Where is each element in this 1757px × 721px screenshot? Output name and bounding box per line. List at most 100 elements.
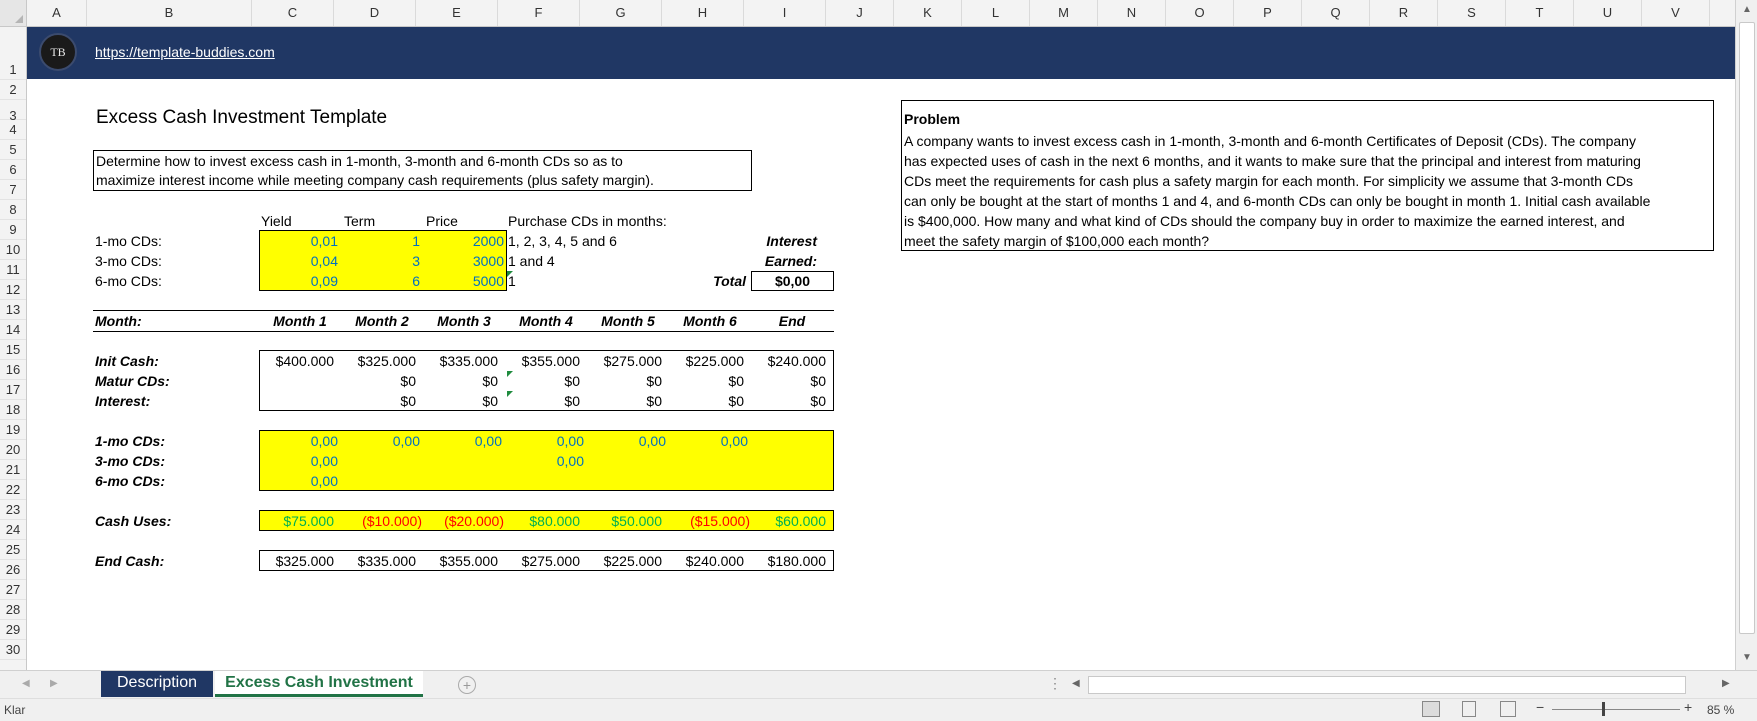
yield-cell[interactable]: 0,09	[262, 271, 338, 291]
column-header[interactable]: M	[1030, 0, 1098, 26]
horizontal-scrollbar[interactable]	[1088, 676, 1686, 694]
init-cash-cell[interactable]: $325.000	[344, 351, 416, 371]
row-header[interactable]: 21	[0, 460, 26, 480]
row-header[interactable]: 29	[0, 620, 26, 640]
column-header[interactable]: N	[1098, 0, 1166, 26]
column-header[interactable]: L	[962, 0, 1030, 26]
purchase-1mo-cell[interactable]: 0,00	[426, 431, 502, 451]
purchase-1mo-cell[interactable]: 0,00	[508, 431, 584, 451]
price-cell[interactable]: 3000	[426, 251, 504, 271]
row-header[interactable]: 14	[0, 320, 26, 340]
yield-cell[interactable]: 0,04	[262, 251, 338, 271]
interest-cell[interactable]: $0	[590, 391, 662, 411]
row-header[interactable]: 26	[0, 560, 26, 580]
end-cash-cell[interactable]: $325.000	[262, 551, 334, 571]
column-header[interactable]: J	[826, 0, 894, 26]
matur-cds-cell[interactable]: $0	[672, 371, 744, 391]
interest-cell[interactable]: $0	[672, 391, 744, 411]
scroll-up-icon[interactable]: ▲	[1742, 4, 1752, 15]
zoom-out-icon[interactable]: −	[1536, 699, 1544, 715]
row-header[interactable]: 25	[0, 540, 26, 560]
row-header[interactable]: 10	[0, 240, 26, 260]
row-header[interactable]: 4	[0, 120, 26, 140]
cash-uses-cell[interactable]: $80.000	[508, 511, 580, 531]
price-cell[interactable]: 2000	[426, 231, 504, 251]
row-header[interactable]: 27	[0, 580, 26, 600]
end-cash-cell[interactable]: $240.000	[672, 551, 744, 571]
row-header[interactable]: 6	[0, 160, 26, 180]
row-header[interactable]: 9	[0, 220, 26, 240]
row-header[interactable]: 2	[0, 80, 26, 100]
tab-excess-cash-investment[interactable]: Excess Cash Investment	[215, 671, 423, 697]
page-layout-view-icon[interactable]	[1462, 701, 1476, 717]
end-cash-cell[interactable]: $180.000	[754, 551, 826, 571]
tab-scroll-left-icon[interactable]: ◀	[22, 678, 30, 689]
cash-uses-cell[interactable]: ($15.000)	[672, 511, 750, 531]
column-header[interactable]: K	[894, 0, 962, 26]
column-header[interactable]: C	[252, 0, 334, 26]
yield-cell[interactable]: 0,01	[262, 231, 338, 251]
row-header[interactable]: 24	[0, 520, 26, 540]
init-cash-cell[interactable]: $275.000	[590, 351, 662, 371]
init-cash-cell[interactable]: $400.000	[262, 351, 334, 371]
row-header[interactable]: 12	[0, 280, 26, 300]
purchase-6mo-cell[interactable]: 0,00	[262, 471, 338, 491]
column-header[interactable]: T	[1506, 0, 1574, 26]
term-cell[interactable]: 1	[344, 231, 420, 251]
column-header[interactable]: Q	[1302, 0, 1370, 26]
column-header[interactable]: D	[334, 0, 416, 26]
row-header[interactable]: 13	[0, 300, 26, 320]
matur-cds-cell[interactable]: $0	[754, 371, 826, 391]
cash-uses-cell[interactable]: $75.000	[262, 511, 334, 531]
cash-uses-cell[interactable]: ($20.000)	[426, 511, 504, 531]
row-header[interactable]: 5	[0, 140, 26, 160]
row-header[interactable]: 3	[0, 100, 26, 123]
purchase-1mo-cell[interactable]: 0,00	[590, 431, 666, 451]
end-cash-cell[interactable]: $355.000	[426, 551, 498, 571]
interest-cell[interactable]: $0	[754, 391, 826, 411]
row-header[interactable]: 28	[0, 600, 26, 620]
row-header[interactable]: 22	[0, 480, 26, 500]
hscroll-left-icon[interactable]: ◀	[1072, 678, 1080, 689]
column-header[interactable]: P	[1234, 0, 1302, 26]
purchase-3mo-cell[interactable]: 0,00	[508, 451, 584, 471]
term-cell[interactable]: 6	[344, 271, 420, 291]
column-header[interactable]: S	[1438, 0, 1506, 26]
cash-uses-cell[interactable]: ($10.000)	[344, 511, 422, 531]
add-sheet-icon[interactable]: +	[458, 676, 476, 694]
zoom-level[interactable]: 85 %	[1707, 703, 1734, 717]
website-link[interactable]: https://template-buddies.com	[95, 44, 275, 60]
column-header[interactable]: I	[744, 0, 826, 26]
column-header[interactable]: V	[1642, 0, 1710, 26]
scroll-down-icon[interactable]: ▼	[1742, 652, 1752, 663]
init-cash-cell[interactable]: $225.000	[672, 351, 744, 371]
scroll-thumb[interactable]	[1739, 22, 1755, 634]
price-cell[interactable]: 5000	[426, 271, 504, 291]
zoom-slider-thumb[interactable]	[1602, 702, 1605, 716]
end-cash-cell[interactable]: $275.000	[508, 551, 580, 571]
total-interest-cell[interactable]: $0,00	[751, 271, 834, 291]
vertical-scrollbar[interactable]: ▲ ▼	[1735, 0, 1757, 670]
cash-uses-cell[interactable]: $50.000	[590, 511, 662, 531]
matur-cds-cell[interactable]: $0	[344, 371, 416, 391]
splitter-icon[interactable]: ⋮	[1048, 675, 1062, 692]
select-all-corner[interactable]	[0, 0, 27, 26]
normal-view-icon[interactable]	[1422, 701, 1440, 717]
row-header[interactable]: 7	[0, 180, 26, 200]
page-break-view-icon[interactable]	[1500, 701, 1516, 717]
end-cash-cell[interactable]: $335.000	[344, 551, 416, 571]
zoom-in-icon[interactable]: +	[1684, 699, 1692, 715]
init-cash-cell[interactable]: $335.000	[426, 351, 498, 371]
init-cash-cell[interactable]: $355.000	[508, 351, 580, 371]
column-header[interactable]: F	[498, 0, 580, 26]
row-header[interactable]: 20	[0, 440, 26, 460]
term-cell[interactable]: 3	[344, 251, 420, 271]
column-header[interactable]: A	[27, 0, 87, 26]
interest-cell[interactable]: $0	[344, 391, 416, 411]
cash-uses-cell[interactable]: $60.000	[754, 511, 826, 531]
end-cash-cell[interactable]: $225.000	[590, 551, 662, 571]
column-header[interactable]: G	[580, 0, 662, 26]
purchase-1mo-cell[interactable]: 0,00	[344, 431, 420, 451]
tab-description[interactable]: Description	[101, 671, 213, 697]
row-header[interactable]: 1	[0, 27, 26, 80]
